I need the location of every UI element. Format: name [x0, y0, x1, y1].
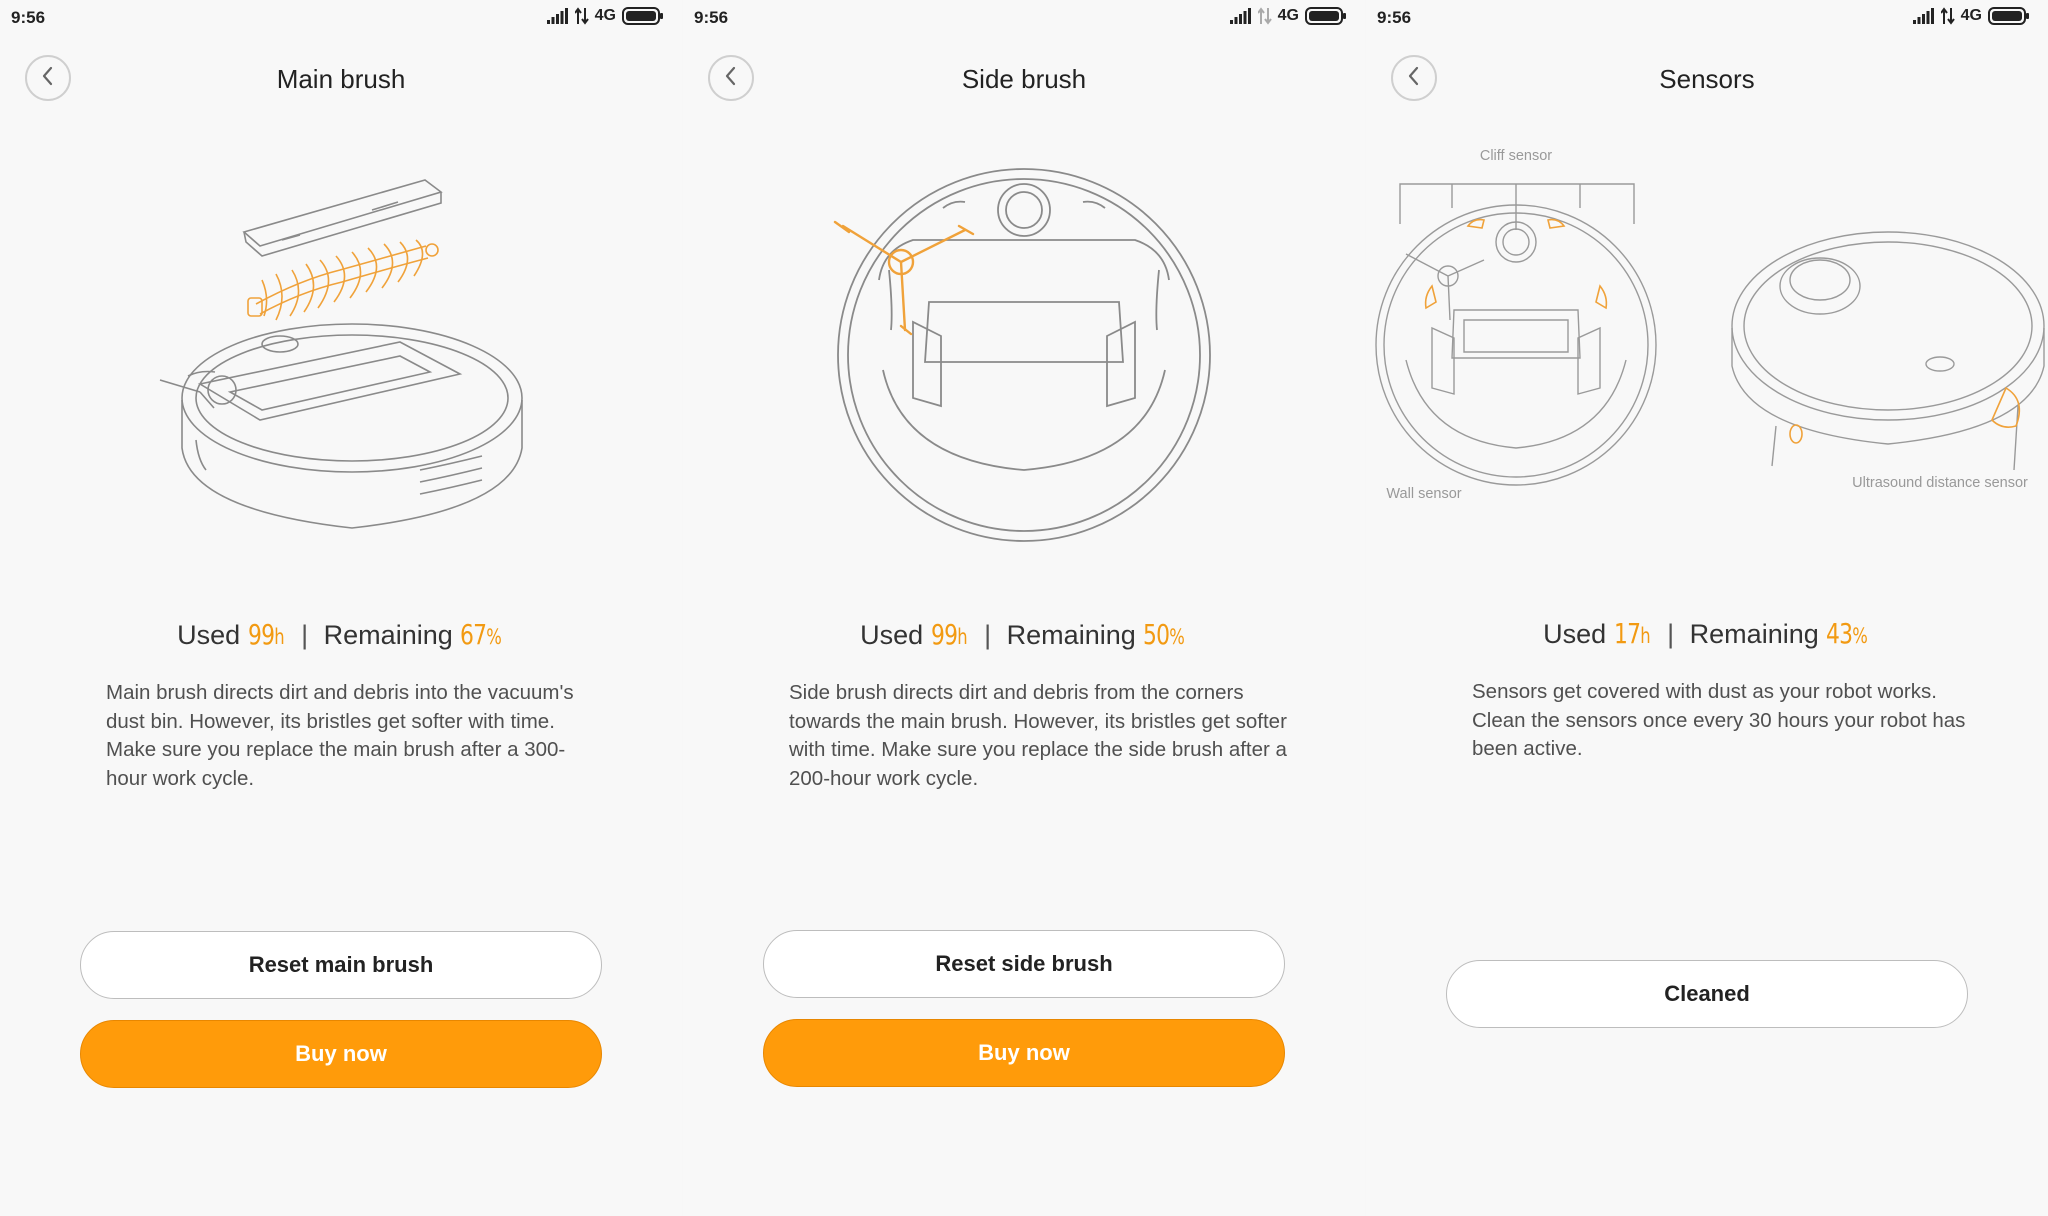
network-type: 4G: [1277, 7, 1299, 24]
status-icons: 4G: [546, 7, 664, 25]
description-text: Main brush directs dirt and debris into …: [106, 681, 574, 790]
remaining-label: Remaining: [323, 620, 453, 650]
status-time: 9:56: [1377, 8, 1412, 27]
side-brush-illustration: [683, 130, 1365, 560]
main-brush-illustration: [0, 130, 682, 560]
battery-icon: [1988, 7, 2030, 25]
signal-icon: [1229, 8, 1252, 24]
used-label: Used: [1543, 619, 1607, 649]
buy-now-button[interactable]: Buy now: [763, 1019, 1285, 1087]
status-time: 9:56: [11, 8, 46, 27]
used-label: Used: [177, 620, 241, 650]
signal-icon: [546, 8, 569, 24]
status-bar: 9:56 4G: [1366, 0, 2048, 36]
side-brush-screen: 9:56 4G Side brush Used 99h | Remaining …: [683, 0, 1365, 1216]
wall-sensor-label: Wall sensor: [1386, 486, 1461, 502]
data-transfer-icon: [1940, 7, 1955, 25]
description-text: Side brush directs dirt and debris from …: [789, 681, 1287, 790]
description-text: Sensors get covered with dust as your ro…: [1472, 680, 1966, 760]
usage-summary: Used 17h | Remaining 43%: [1366, 617, 2048, 650]
cliff-sensor-label: Cliff sensor: [1480, 148, 1552, 164]
used-label: Used: [860, 620, 924, 650]
separator: |: [301, 620, 309, 650]
ultrasound-sensor-label: Ultrasound distance sensor: [1852, 475, 2028, 491]
reset-side-brush-button[interactable]: Reset side brush: [763, 930, 1285, 998]
page-title: Side brush: [961, 64, 1087, 94]
sensors-screen: 9:56 4G Sensors Cliff sensor Wall sensor…: [1366, 0, 2048, 1216]
remaining-value: 50%: [1143, 618, 1185, 651]
usage-summary: Used 99h | Remaining 50%: [683, 618, 1365, 651]
network-type: 4G: [594, 7, 616, 24]
battery-icon: [1305, 7, 1347, 25]
sensors-illustration: Cliff sensor Wall sensor Ultrasound dist…: [1366, 130, 2048, 560]
used-value: 99h: [930, 618, 968, 651]
cleaned-button[interactable]: Cleaned: [1446, 960, 1968, 1028]
page-title: Sensors: [1659, 64, 1755, 94]
status-icons: 4G: [1229, 7, 1347, 25]
status-time: 9:56: [694, 8, 729, 27]
separator: |: [1667, 619, 1675, 649]
status-bar: 9:56 4G: [0, 0, 682, 36]
buy-now-button[interactable]: Buy now: [80, 1020, 602, 1088]
signal-icon: [1912, 8, 1935, 24]
remaining-label: Remaining: [1006, 620, 1136, 650]
remaining-value: 43%: [1826, 617, 1868, 650]
status-bar: 9:56 4G: [683, 0, 1365, 36]
data-transfer-icon: [1257, 7, 1272, 25]
used-value: 17h: [1613, 617, 1651, 650]
separator: |: [984, 620, 992, 650]
remaining-value: 67%: [460, 618, 502, 651]
remaining-label: Remaining: [1689, 619, 1819, 649]
main-brush-screen: 9:56 4G Main brush Used 99h | Remaining …: [0, 0, 682, 1216]
page-title: Main brush: [276, 64, 406, 94]
usage-summary: Used 99h | Remaining 67%: [0, 618, 682, 651]
used-value: 99h: [247, 618, 285, 651]
battery-icon: [622, 7, 664, 25]
status-icons: 4G: [1912, 7, 2030, 25]
reset-main-brush-button[interactable]: Reset main brush: [80, 931, 602, 999]
data-transfer-icon: [574, 7, 589, 25]
network-type: 4G: [1960, 7, 1982, 24]
